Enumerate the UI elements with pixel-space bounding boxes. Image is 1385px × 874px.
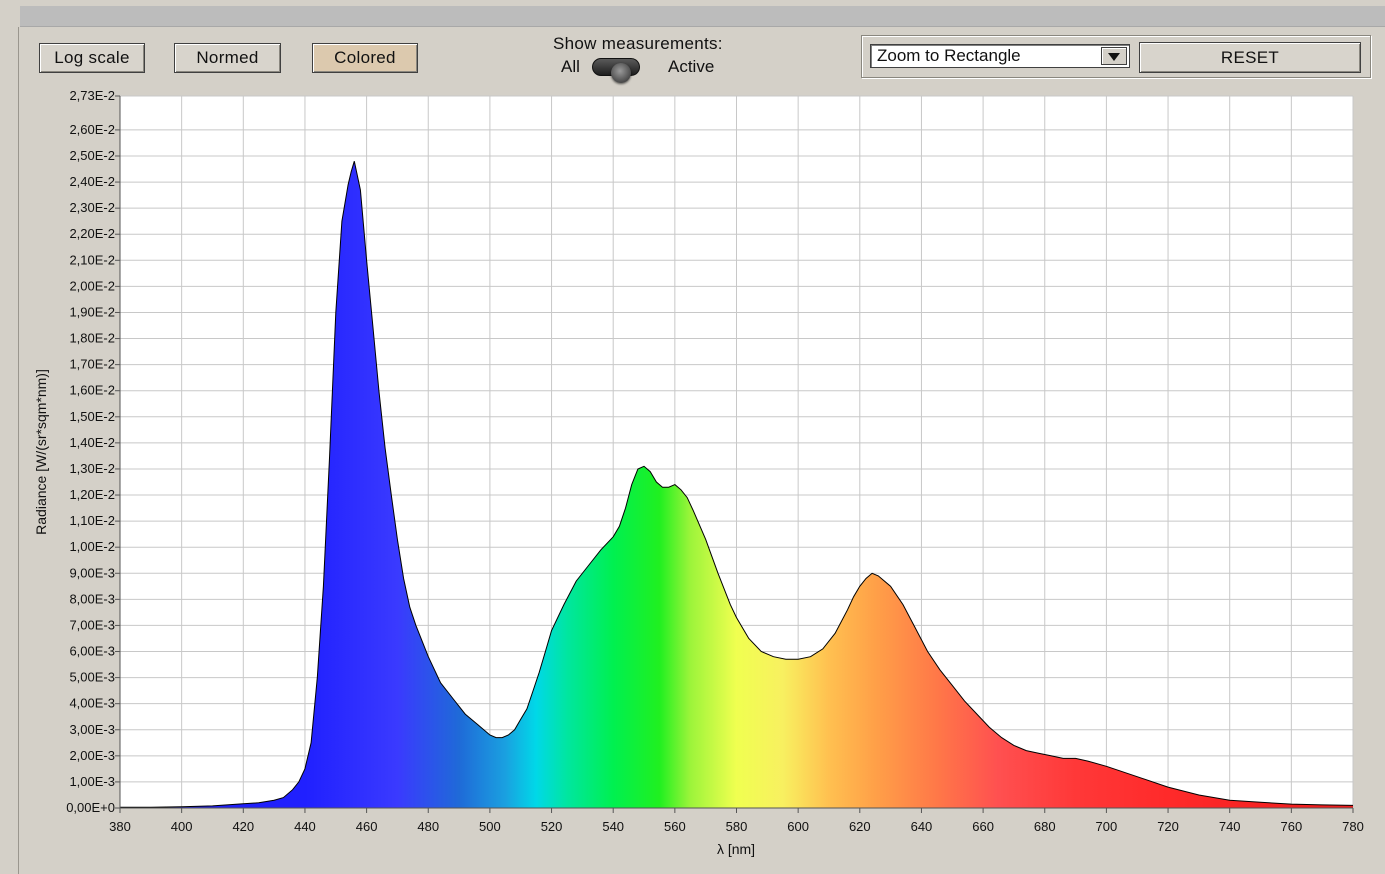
x-tick-label: 500 (479, 819, 501, 834)
y-tick-label: 1,30E-2 (69, 461, 115, 476)
x-tick-label: 660 (972, 819, 994, 834)
y-tick-label: 5,00E-3 (69, 670, 115, 685)
y-tick-label: 2,30E-2 (69, 200, 115, 215)
x-tick-label: 780 (1342, 819, 1364, 834)
y-tick-labels: 0,00E+0 1,00E-3 2,00E-3 3,00E-3 4,00E-3 5,00E… (66, 88, 120, 815)
x-tick-label: 560 (664, 819, 686, 834)
x-tick-label: 380 (109, 819, 131, 834)
x-tick-label: 520 (541, 819, 563, 834)
x-tick-labels: 380 400 420 440 460 480 500 520 540 560 580 600 620 6… (109, 808, 1364, 834)
y-tick-label: 7,00E-3 (69, 617, 115, 632)
y-tick-label: 1,50E-2 (69, 409, 115, 424)
y-tick-label: 1,00E-2 (69, 539, 115, 554)
y-tick-label: 1,00E-3 (69, 774, 115, 789)
x-tick-label: 440 (294, 819, 316, 834)
y-tick-label: 2,00E-3 (69, 748, 115, 763)
y-tick-label: 2,60E-2 (69, 122, 115, 137)
x-tick-label: 480 (417, 819, 439, 834)
y-tick-label: 3,00E-3 (69, 722, 115, 737)
y-tick-label: 1,80E-2 (69, 331, 115, 346)
x-tick-label: 540 (602, 819, 624, 834)
y-tick-label: 8,00E-3 (69, 591, 115, 606)
x-tick-label: 680 (1034, 819, 1056, 834)
x-tick-label: 620 (849, 819, 871, 834)
y-tick-label: 2,40E-2 (69, 174, 115, 189)
y-tick-label: 1,10E-2 (69, 513, 115, 528)
y-tick-label: 2,00E-2 (69, 278, 115, 293)
y-tick-label: 2,50E-2 (69, 148, 115, 163)
y-tick-label: 1,40E-2 (69, 435, 115, 450)
x-tick-label: 460 (356, 819, 378, 834)
x-tick-label: 760 (1280, 819, 1302, 834)
x-tick-label: 640 (911, 819, 933, 834)
x-tick-label: 420 (232, 819, 254, 834)
y-tick-label: 9,00E-3 (69, 565, 115, 580)
x-tick-label: 600 (787, 819, 809, 834)
y-tick-label: 4,00E-3 (69, 696, 115, 711)
x-axis-label: λ [nm] (717, 841, 755, 857)
spectrum-chart[interactable]: 380 400 420 440 460 480 500 520 540 560 580 600 620 6… (0, 0, 1385, 874)
y-tick-label: 2,10E-2 (69, 252, 115, 267)
x-tick-label: 720 (1157, 819, 1179, 834)
y-tick-label: 1,20E-2 (69, 487, 115, 502)
y-tick-label: 1,70E-2 (69, 357, 115, 372)
y-tick-label: 2,20E-2 (69, 226, 115, 241)
y-tick-label: 1,60E-2 (69, 383, 115, 398)
y-tick-label: 6,00E-3 (69, 644, 115, 659)
x-tick-label: 740 (1219, 819, 1241, 834)
x-tick-label: 700 (1096, 819, 1118, 834)
y-tick-label: 0,00E+0 (66, 800, 115, 815)
y-tick-label: 1,90E-2 (69, 304, 115, 319)
y-tick-label: 2,73E-2 (69, 88, 115, 103)
y-axis-label: Radiance [W/(sr*sqm*nm)] (33, 369, 49, 535)
x-tick-label: 400 (171, 819, 193, 834)
x-tick-label: 580 (726, 819, 748, 834)
